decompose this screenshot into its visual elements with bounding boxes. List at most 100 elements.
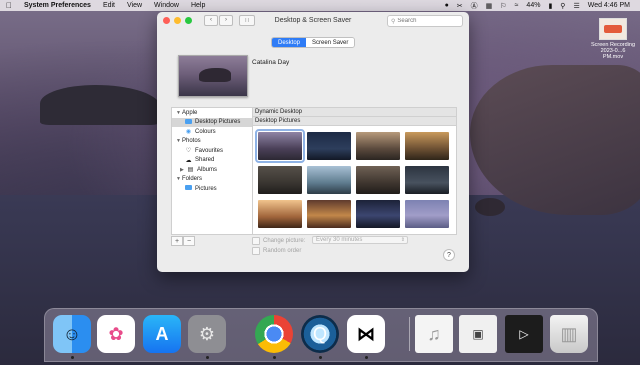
random-order-label: Random order <box>263 248 302 254</box>
photos-icon[interactable]: ✿ <box>97 315 135 353</box>
close-button[interactable] <box>163 16 170 24</box>
battery-icon[interactable]: ▮ <box>544 2 556 10</box>
random-order-option[interactable]: Random order <box>252 247 301 255</box>
sidebar-group-photos[interactable]: ▼ Photos <box>172 137 252 147</box>
tab-control: Desktop Screen Saver <box>271 37 356 48</box>
chrome-icon[interactable] <box>255 315 293 353</box>
search-field[interactable]: ⚲ <box>387 15 463 27</box>
sidebar-item-pictures[interactable]: Pictures <box>172 184 252 194</box>
wallpaper-thumb[interactable] <box>356 166 400 194</box>
wallpaper-thumb[interactable] <box>356 200 400 228</box>
menu-help[interactable]: Help <box>185 2 211 9</box>
minimize-button[interactable] <box>174 16 181 24</box>
sidebar-group-folders[interactable]: ▼ Folders <box>172 175 252 185</box>
zoom-button[interactable] <box>185 16 192 24</box>
sidebar-label: Shared <box>195 157 215 164</box>
status-capcut-icon[interactable]: ✂ <box>453 2 467 10</box>
quicktime-icon[interactable]: Q <box>301 315 339 353</box>
sidebar-group-apple[interactable]: ▼ Apple <box>172 108 252 118</box>
show-all-button[interactable]: ∷ <box>239 14 255 26</box>
status-flag-icon[interactable]: ⚐ <box>496 2 510 10</box>
sidebar-label: Favourites <box>195 147 224 154</box>
system-preferences-icon[interactable]: ⚙ <box>188 315 226 353</box>
menu-bar:  System Preferences Edit View Window He… <box>0 0 640 11</box>
back-button[interactable]: ‹ <box>204 14 218 26</box>
change-picture-label: Change picture: <box>263 238 306 244</box>
folder-icon <box>184 118 193 126</box>
wallpaper-thumb[interactable] <box>356 132 400 160</box>
menu-window[interactable]: Window <box>148 2 185 9</box>
search-input[interactable] <box>397 18 458 24</box>
wifi-icon[interactable]: ≈ <box>511 2 523 9</box>
menu-clock[interactable]: Wed 4:46 PM <box>584 2 634 9</box>
tab-desktop[interactable]: Desktop <box>272 38 307 47</box>
change-picture-checkbox[interactable] <box>252 237 260 245</box>
wallpaper-thumb[interactable] <box>258 166 302 194</box>
sidebar-label: Apple <box>182 109 198 116</box>
sidebar-item-favourites[interactable]: ♡ Favourites <box>172 146 252 156</box>
app-store-icon[interactable]: A <box>143 315 181 353</box>
dock-separator <box>409 317 410 351</box>
battery-percent[interactable]: 44% <box>522 2 544 9</box>
desktop-file-screen-recording[interactable]: Screen Recording 2023-0...6 PM.mov <box>590 18 636 60</box>
cloud-icon: ☁ <box>185 157 192 164</box>
running-indicator <box>71 356 74 359</box>
wallpaper-thumb[interactable] <box>307 166 351 194</box>
menu-view[interactable]: View <box>121 2 148 9</box>
sidebar-item-desktop-pictures[interactable]: Desktop Pictures <box>172 117 252 127</box>
finder-icon[interactable]: ☺ <box>53 315 91 353</box>
sidebar-item-shared[interactable]: ☁ Shared <box>172 156 252 166</box>
sidebar-label: Folders <box>182 176 203 183</box>
running-indicator <box>273 356 276 359</box>
album-icon: ▤ <box>187 167 194 174</box>
current-wallpaper-preview <box>178 55 248 97</box>
forward-button[interactable]: › <box>219 14 233 26</box>
window-titlebar[interactable]: ‹ › ∷ Desktop & Screen Saver ⚲ <box>157 12 469 28</box>
remove-folder-button[interactable]: − <box>183 236 195 246</box>
wallpaper-thumb[interactable] <box>307 132 351 160</box>
status-grid-icon[interactable]: ▦ <box>482 2 497 10</box>
capcut-icon[interactable]: ⋈ <box>347 315 385 353</box>
running-indicator <box>206 356 209 359</box>
status-a-icon[interactable]: Ⓐ <box>467 1 482 11</box>
wallpaper-thumb[interactable] <box>258 200 302 228</box>
interval-popup[interactable]: Every 30 minutes ⇕ <box>312 236 408 244</box>
sidebar-item-colours[interactable]: ◉ Colours <box>172 127 252 137</box>
apple-logo-icon[interactable]:  <box>0 1 18 10</box>
wallpaper-thumb[interactable] <box>307 200 351 228</box>
running-indicator <box>365 356 368 359</box>
wallpaper-thumb[interactable] <box>405 166 449 194</box>
control-center-icon[interactable]: ☰ <box>569 2 583 10</box>
color-wheel-icon: ◉ <box>185 129 192 136</box>
add-folder-button[interactable]: + <box>171 236 183 246</box>
search-icon: ⚲ <box>391 18 396 25</box>
tab-screen-saver[interactable]: Screen Saver <box>306 38 355 47</box>
random-order-checkbox[interactable] <box>252 247 260 255</box>
change-picture-option[interactable]: Change picture: <box>252 237 305 245</box>
trash-icon[interactable]: ▥ <box>550 315 588 353</box>
section-dynamic-desktop: Dynamic Desktop <box>253 108 456 117</box>
help-button[interactable]: ? <box>443 249 455 261</box>
spotlight-icon[interactable]: ⚲ <box>556 2 569 10</box>
dock: ☺ ✿ A ⚙ Q ⋈ ♫ ▣ ▷ ▥ <box>44 308 598 362</box>
desktop-island-left <box>40 85 160 125</box>
nav-buttons: ‹ › <box>204 14 233 26</box>
sidebar-label: Photos <box>182 138 201 145</box>
wallpaper-grid <box>253 126 456 228</box>
menu-edit[interactable]: Edit <box>97 2 121 9</box>
add-remove-buttons: + − <box>171 236 195 246</box>
sidebar-label: Colours <box>195 128 216 135</box>
sidebar-item-albums[interactable]: ▶ ▤ Albums <box>172 165 252 175</box>
menu-app-name[interactable]: System Preferences <box>18 2 97 9</box>
desktop-rock <box>475 198 505 216</box>
wallpaper-thumb[interactable] <box>405 200 449 228</box>
capcut-window-icon[interactable]: ▷ <box>505 315 543 353</box>
wallpaper-thumb[interactable] <box>255 129 305 163</box>
sidebar-label: Albums <box>197 166 218 173</box>
status-record-icon[interactable]: ● <box>441 2 453 9</box>
running-indicator <box>319 356 322 359</box>
wallpaper-gallery: Dynamic Desktop Desktop Pictures <box>252 107 457 235</box>
music-file-icon[interactable]: ♫ <box>415 315 453 353</box>
chrome-window-icon[interactable]: ▣ <box>459 315 497 353</box>
wallpaper-thumb[interactable] <box>405 132 449 160</box>
